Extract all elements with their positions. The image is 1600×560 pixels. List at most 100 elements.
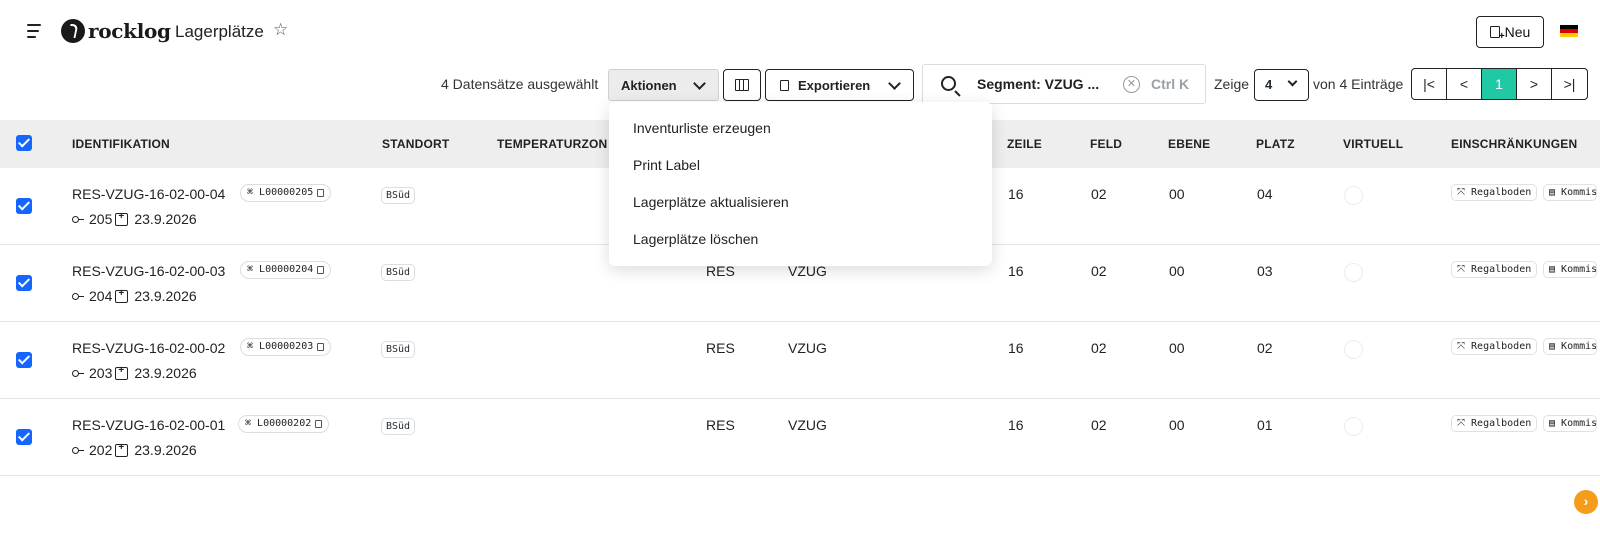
row-checkbox[interactable] xyxy=(16,275,32,291)
column-header[interactable]: PLATZ xyxy=(1256,137,1295,151)
restriction-label: Regalboden xyxy=(1471,187,1532,198)
app-logo[interactable]: rocklog xyxy=(61,19,171,43)
zeile-cell: 16 xyxy=(1008,340,1024,356)
feld-cell: 02 xyxy=(1091,263,1107,279)
next-page-button[interactable]: > xyxy=(1517,69,1552,99)
scroll-right-button[interactable]: › xyxy=(1574,490,1598,514)
column-header[interactable]: EBENE xyxy=(1168,137,1210,151)
selection-count: 4 Datensätze ausgewählt xyxy=(441,76,599,92)
standort-badge: BSüd xyxy=(381,418,416,435)
date: 23.9.2026 xyxy=(134,288,197,304)
area-cell: RES xyxy=(706,417,735,433)
logo-text: rocklog xyxy=(88,19,171,43)
export-dropdown-button[interactable]: Exportieren xyxy=(765,69,914,101)
search-field[interactable]: Segment: VZUG ... ✕ Ctrl K xyxy=(922,64,1206,104)
platz-cell: 03 xyxy=(1257,263,1273,279)
label-code: L00000204 xyxy=(259,264,314,275)
ebene-cell: 00 xyxy=(1169,340,1185,356)
column-header[interactable]: IDENTIFIKATION xyxy=(72,137,170,151)
date: 23.9.2026 xyxy=(134,211,197,227)
actions-dropdown-button[interactable]: Aktionen xyxy=(608,69,719,101)
segment-cell: VZUG xyxy=(788,417,827,433)
language-flag-icon[interactable] xyxy=(1560,25,1578,37)
restriction-label: Kommis xyxy=(1561,187,1597,198)
column-header[interactable]: TEMPERATURZON xyxy=(497,137,607,151)
location-id[interactable]: RES-VZUG-16-02-00-03 xyxy=(72,263,225,279)
label-tag: ⌘ L00000205 xyxy=(240,184,332,202)
prev-page-button[interactable]: < xyxy=(1447,69,1482,99)
page-size-select[interactable]: 4 xyxy=(1254,69,1309,101)
column-header[interactable]: STANDORT xyxy=(382,137,449,151)
copy-icon[interactable] xyxy=(315,420,323,428)
label-tag: ⌘ L00000203 xyxy=(240,338,332,356)
calendar-icon xyxy=(115,288,129,303)
copy-icon[interactable] xyxy=(317,343,325,351)
column-header[interactable]: VIRTUELL xyxy=(1343,137,1403,151)
area-cell: RES xyxy=(706,340,735,356)
restriction-chip: ▤ Kommis xyxy=(1543,184,1597,201)
key-icon xyxy=(72,215,84,223)
calendar-icon xyxy=(115,365,129,380)
table-row[interactable]: RES-VZUG-16-02-00-01 ⌘ L00000202 202 23.… xyxy=(0,399,1600,476)
key-date-line: 205 23.9.2026 xyxy=(72,211,197,227)
restriction-label: Kommis xyxy=(1561,341,1597,352)
table-row[interactable]: RES-VZUG-16-02-00-02 ⌘ L00000203 203 23.… xyxy=(0,322,1600,399)
actions-menu: Inventurliste erzeugen Print Label Lager… xyxy=(609,102,992,266)
menu-icon[interactable] xyxy=(27,24,43,38)
page-1-button[interactable]: 1 xyxy=(1482,69,1517,99)
menu-item-update-locations[interactable]: Lagerplätze aktualisieren xyxy=(633,194,789,210)
platz-cell: 02 xyxy=(1257,340,1273,356)
key-icon xyxy=(72,292,84,300)
restriction-chip: ⤧ Regalboden xyxy=(1451,415,1538,432)
search-shortcut: Ctrl K xyxy=(1151,76,1190,92)
zeile-cell: 16 xyxy=(1008,417,1024,433)
favorite-star-icon[interactable]: ☆ xyxy=(273,20,288,40)
standort-badge: BSüd xyxy=(381,187,416,204)
segment-cell: VZUG xyxy=(788,340,827,356)
page-title: Lagerplätze xyxy=(175,22,264,41)
location-id[interactable]: RES-VZUG-16-02-00-04 xyxy=(72,186,225,202)
virtual-indicator-icon xyxy=(1344,186,1363,205)
restriction-chip: ▤ Kommis xyxy=(1543,415,1597,432)
feld-cell: 02 xyxy=(1091,417,1107,433)
clear-search-icon[interactable]: ✕ xyxy=(1123,76,1140,93)
column-header[interactable]: EINSCHRÄNKUNGEN xyxy=(1451,137,1577,151)
restriction-label: Regalboden xyxy=(1471,418,1532,429)
columns-button[interactable] xyxy=(723,69,761,101)
row-checkbox[interactable] xyxy=(16,352,32,368)
location-id[interactable]: RES-VZUG-16-02-00-02 xyxy=(72,340,225,356)
chevron-down-icon xyxy=(888,77,901,90)
entries-count: von 4 Einträge xyxy=(1313,76,1404,92)
last-page-button[interactable]: >| xyxy=(1552,69,1587,99)
first-page-button[interactable]: |< xyxy=(1412,69,1447,99)
menu-item-inventory-list[interactable]: Inventurliste erzeugen xyxy=(633,120,771,136)
calendar-icon xyxy=(115,211,129,226)
restriction-label: Regalboden xyxy=(1471,341,1532,352)
key-date-line: 204 23.9.2026 xyxy=(72,288,197,304)
restriction-chip: ▤ Kommis xyxy=(1543,261,1597,278)
menu-item-delete-locations[interactable]: Lagerplätze löschen xyxy=(633,231,758,247)
ebene-cell: 00 xyxy=(1169,417,1185,433)
virtual-indicator-icon xyxy=(1344,340,1363,359)
restriction-label: Regalboden xyxy=(1471,264,1532,275)
menu-item-print-label[interactable]: Print Label xyxy=(633,157,700,173)
ebene-cell: 00 xyxy=(1169,186,1185,202)
copy-icon[interactable] xyxy=(317,189,325,197)
ebene-cell: 00 xyxy=(1169,263,1185,279)
new-button[interactable]: Neu xyxy=(1476,16,1544,48)
label-tag: ⌘ L00000202 xyxy=(238,415,330,433)
label-code: L00000205 xyxy=(259,187,314,198)
date: 23.9.2026 xyxy=(134,442,197,458)
column-header[interactable]: ZEILE xyxy=(1007,137,1042,151)
row-checkbox[interactable] xyxy=(16,198,32,214)
zeile-cell: 16 xyxy=(1008,186,1024,202)
select-all-checkbox[interactable] xyxy=(16,135,32,151)
virtual-indicator-icon xyxy=(1344,263,1363,282)
label-code: L00000203 xyxy=(259,341,314,352)
location-id[interactable]: RES-VZUG-16-02-00-01 xyxy=(72,417,225,433)
column-header[interactable]: FELD xyxy=(1090,137,1122,151)
key-number: 202 xyxy=(89,442,113,458)
copy-icon[interactable] xyxy=(317,266,325,274)
table-toolbar: 4 Datensätze ausgewählt Aktionen Exporti… xyxy=(0,64,1600,104)
row-checkbox[interactable] xyxy=(16,429,32,445)
